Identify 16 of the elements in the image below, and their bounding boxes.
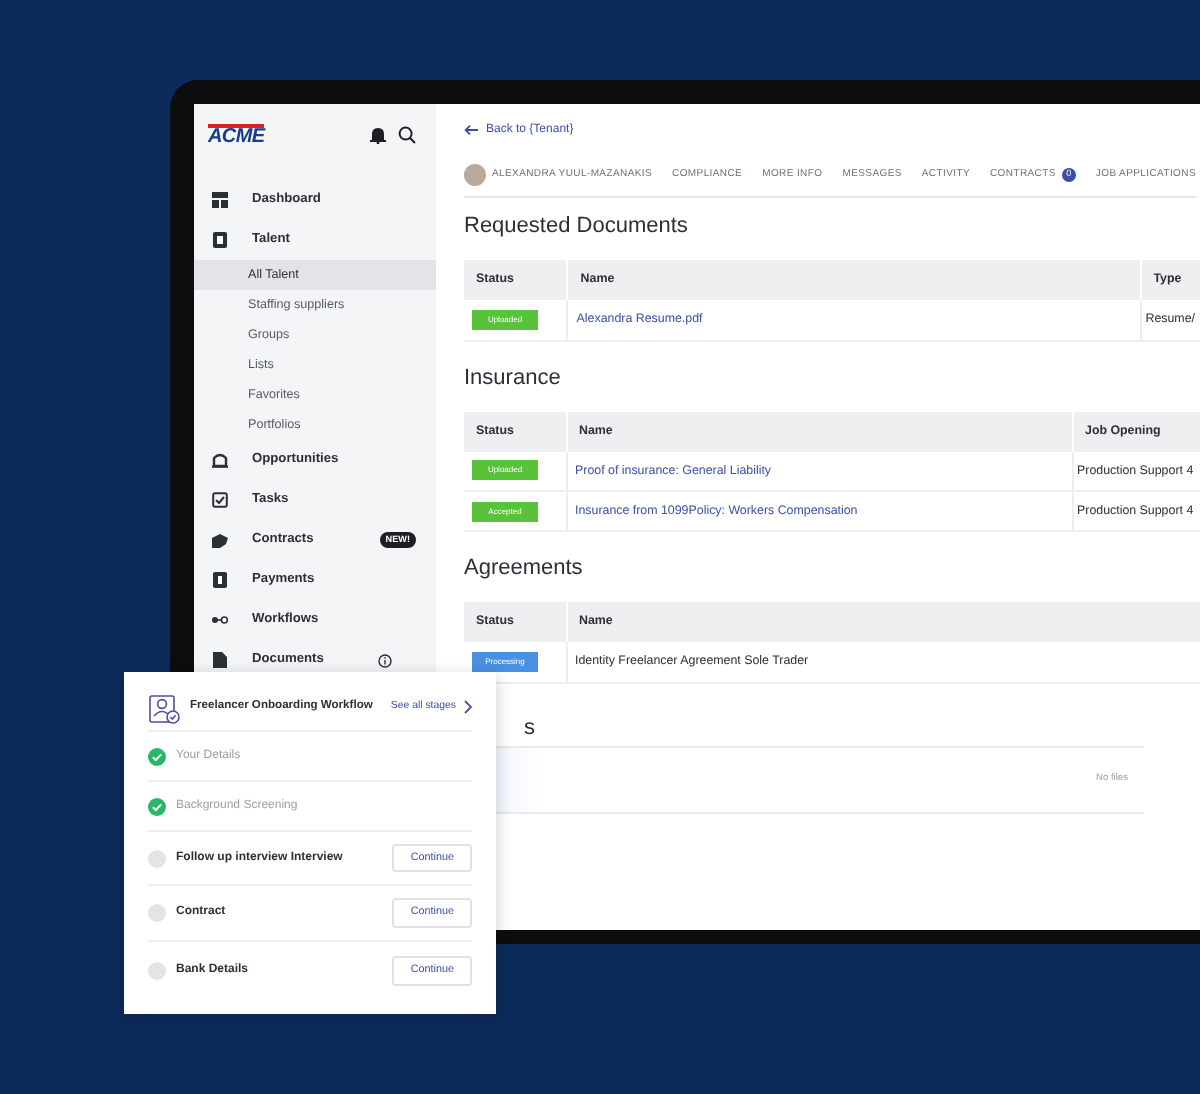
- workflow-icon: [212, 612, 228, 628]
- section-heading: Insurance: [464, 365, 563, 391]
- checkbox-icon: [212, 492, 228, 508]
- arrow-left-icon: [464, 124, 478, 136]
- info-icon: [378, 653, 392, 667]
- chevron-right-icon: [464, 699, 472, 714]
- section-heading: Requested Documents: [464, 214, 690, 240]
- logo: ACME: [208, 123, 265, 145]
- avatar: [464, 164, 486, 186]
- section-heading: s: [524, 715, 535, 739]
- document-icon: [212, 652, 228, 668]
- search-icon: [398, 125, 416, 143]
- dashboard-icon: [212, 192, 228, 208]
- bell-icon: [370, 125, 386, 143]
- person-badge-icon: [148, 691, 180, 723]
- section-heading: Agreements: [464, 556, 585, 582]
